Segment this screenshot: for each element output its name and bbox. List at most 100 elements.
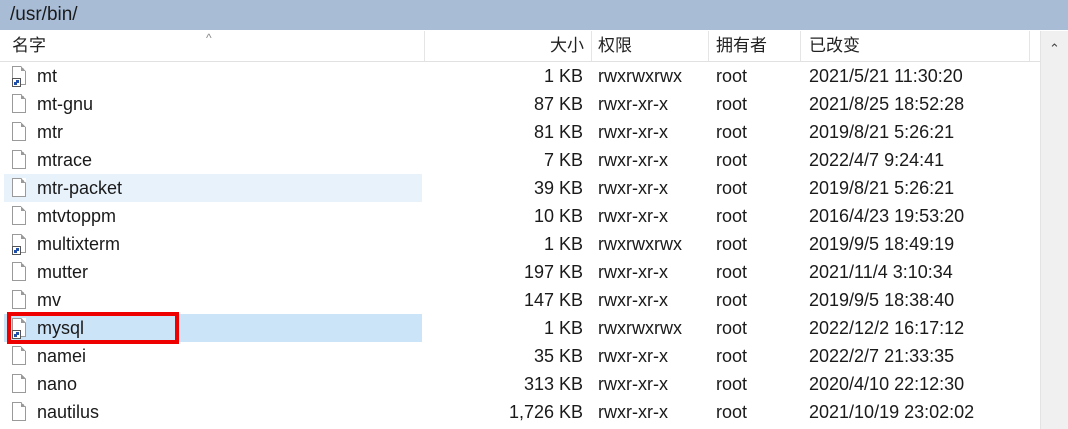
column-header-size[interactable]: 大小 — [424, 31, 584, 61]
file-row[interactable]: mtr 81 KB rwxr-xr-x root 2019/8/21 5:26:21 — [0, 118, 1040, 146]
column-divider[interactable] — [800, 31, 801, 61]
shortcut-arrow-icon — [12, 246, 21, 255]
file-name[interactable]: multixterm — [37, 230, 120, 258]
file-modified: 2019/9/5 18:38:40 — [809, 290, 955, 310]
file-row[interactable]: nautilus 1,726 KB rwxr-xr-x root 2021/10/19 … — [0, 398, 1040, 426]
column-divider[interactable] — [1029, 31, 1030, 61]
symlink-file-icon — [12, 66, 28, 87]
file-page-shape — [12, 206, 26, 225]
column-header-owner[interactable]: 拥有者 — [716, 31, 767, 61]
file-size: 313 KB — [523, 374, 583, 394]
file-permissions: rwxrwxrwx — [598, 318, 682, 338]
file-modified: 2016/4/23 19:53:20 — [809, 206, 965, 226]
file-owner: root — [716, 178, 748, 198]
symlink-file-icon — [12, 234, 28, 255]
file-row[interactable]: nano 313 KB rwxr-xr-x root 2020/4/10 22:12:3… — [0, 370, 1040, 398]
file-permissions: rwxr-xr-x — [598, 94, 668, 114]
file-row[interactable]: mtrace 7 KB rwxr-xr-x root 2022/4/7 9:24:41 — [0, 146, 1040, 174]
file-size: 1,726 KB — [508, 402, 583, 422]
file-page-shape — [12, 94, 26, 113]
file-icon — [12, 178, 28, 198]
file-size: 197 KB — [523, 262, 583, 282]
column-header: 名字 ^ 大小 权限 拥有者 已改变 — [0, 31, 1040, 62]
file-page-shape — [12, 262, 26, 281]
file-size: 147 KB — [523, 290, 583, 310]
file-modified: 2019/8/21 5:26:21 — [809, 122, 955, 142]
file-size: 35 KB — [533, 346, 583, 366]
file-page-shape — [12, 122, 26, 141]
file-size: 87 KB — [533, 94, 583, 114]
file-icon — [12, 346, 28, 366]
column-divider[interactable] — [708, 31, 709, 61]
file-row[interactable]: mv 147 KB rwxr-xr-x root 2019/9/5 18:38:40 — [0, 286, 1040, 314]
file-page-shape — [12, 150, 26, 169]
file-name[interactable]: mtvtoppm — [37, 202, 116, 230]
column-header-modified[interactable]: 已改变 — [809, 31, 860, 61]
file-size: 1 KB — [543, 318, 583, 338]
file-icon — [12, 206, 28, 226]
file-row[interactable]: mt-gnu 87 KB rwxr-xr-x root 2021/8/25 18:52:… — [0, 90, 1040, 118]
file-row[interactable]: namei 35 KB rwxr-xr-x root 2022/2/7 21:33:35 — [0, 342, 1040, 370]
file-permissions: rwxr-xr-x — [598, 122, 668, 142]
file-icon — [12, 402, 28, 422]
file-modified: 2022/4/7 9:24:41 — [809, 150, 945, 170]
file-row[interactable]: mt 1 KB rwxrwxrwx root 2021/5/21 11:30:20 — [0, 62, 1040, 90]
file-row[interactable]: mtvtoppm 10 KB rwxr-xr-x root 2016/4/23 19:5… — [0, 202, 1040, 230]
sort-ascending-icon: ^ — [206, 31, 212, 45]
file-icon — [12, 150, 28, 170]
file-name[interactable]: mtr — [37, 118, 63, 146]
column-divider[interactable] — [591, 31, 592, 61]
file-icon — [12, 374, 28, 394]
file-modified: 2022/12/2 16:17:12 — [809, 318, 965, 338]
file-owner: root — [716, 66, 748, 86]
file-name[interactable]: mtrace — [37, 146, 92, 174]
column-header-permissions[interactable]: 权限 — [598, 31, 632, 61]
file-name[interactable]: mv — [37, 286, 61, 314]
file-name[interactable]: namei — [37, 342, 86, 370]
file-owner: root — [716, 346, 748, 366]
file-size: 7 KB — [543, 150, 583, 170]
file-page-shape — [12, 346, 26, 365]
file-page-shape — [12, 290, 26, 309]
scroll-up-arrow-icon[interactable]: ⌃ — [1041, 37, 1068, 61]
file-name[interactable]: mutter — [37, 258, 88, 286]
file-size: 1 KB — [543, 66, 583, 86]
file-page-shape — [12, 374, 26, 393]
file-owner: root — [716, 206, 748, 226]
path-bar[interactable]: /usr/bin/ — [0, 0, 1068, 30]
file-modified: 2021/5/21 11:30:20 — [809, 66, 963, 86]
file-size: 1 KB — [543, 234, 583, 254]
file-name[interactable]: mt — [37, 62, 57, 90]
file-permissions: rwxr-xr-x — [598, 262, 668, 282]
file-modified: 2021/10/19 23:02:02 — [809, 402, 975, 422]
file-row[interactable]: mutter 197 KB rwxr-xr-x root 2021/11/4 3:10:… — [0, 258, 1040, 286]
file-icon — [12, 94, 28, 114]
file-owner: root — [716, 122, 748, 142]
vertical-scrollbar[interactable]: ⌃ — [1040, 31, 1068, 429]
file-row[interactable]: mtr-packet 39 KB rwxr-xr-x root 2019/8/21 5:… — [0, 174, 1040, 202]
file-owner: root — [716, 150, 748, 170]
file-page-shape — [12, 178, 26, 197]
file-name[interactable]: mt-gnu — [37, 90, 93, 118]
file-page-shape — [12, 402, 26, 421]
file-list: mt 1 KB rwxrwxrwx root 2021/5/21 11:30:20 mt-… — [0, 62, 1040, 426]
file-owner: root — [716, 262, 748, 282]
file-row[interactable]: multixterm 1 KB rwxrwxrwx root 2019/9/5 18:4… — [0, 230, 1040, 258]
file-owner: root — [716, 234, 748, 254]
shortcut-arrow-icon — [12, 78, 21, 87]
file-name[interactable]: nautilus — [37, 398, 99, 426]
file-owner: root — [716, 94, 748, 114]
file-permissions: rwxr-xr-x — [598, 290, 668, 310]
file-permissions: rwxr-xr-x — [598, 206, 668, 226]
file-owner: root — [716, 402, 748, 422]
file-permissions: rwxrwxrwx — [598, 234, 682, 254]
file-name[interactable]: nano — [37, 370, 77, 398]
file-owner: root — [716, 290, 748, 310]
file-modified: 2020/4/10 22:12:30 — [809, 374, 965, 394]
file-permissions: rwxrwxrwx — [598, 66, 682, 86]
file-name[interactable]: mtr-packet — [37, 174, 122, 202]
file-icon — [12, 262, 28, 282]
column-header-name[interactable]: 名字 — [12, 31, 46, 61]
annotation-highlight-box — [7, 312, 179, 344]
file-owner: root — [716, 374, 748, 394]
